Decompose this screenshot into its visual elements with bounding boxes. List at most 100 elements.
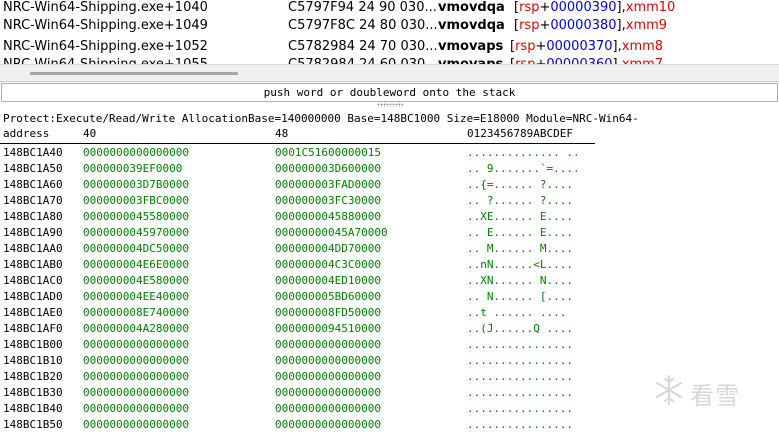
dump-qword-40[interactable]: 000000003D7B0000 [83, 177, 189, 192]
dump-qword-40[interactable]: 0000000000000000 [83, 353, 189, 368]
dump-address[interactable]: 148BC1B50 [3, 417, 63, 432]
dump-ascii[interactable]: ................ [467, 353, 573, 368]
dump-qword-40[interactable]: 000000004E580000 [83, 273, 189, 288]
dump-qword-40[interactable]: 000000004EE40000 [83, 289, 189, 304]
dump-qword-48[interactable]: 0000000000000000 [275, 417, 381, 432]
dump-ascii[interactable]: ................ [467, 401, 573, 416]
dump-address[interactable]: 148BC1AA0 [3, 241, 63, 256]
dump-ascii[interactable]: ..XE...... E.... [467, 209, 573, 224]
dump-qword-48[interactable]: 0000000094510000 [275, 321, 381, 336]
dump-address[interactable]: 148BC1A70 [3, 193, 63, 208]
horizontal-scrollbar[interactable] [0, 64, 779, 81]
dump-qword-48[interactable]: 0000000000000000 [275, 401, 381, 416]
dump-qword-40[interactable]: 000000008E740000 [83, 305, 189, 320]
dump-ascii[interactable]: ................ [467, 417, 573, 432]
dump-qword-48[interactable]: 00000000045A70000 [275, 225, 388, 240]
dump-qword-48[interactable]: 0000000000000000 [275, 353, 381, 368]
disasm-row[interactable]: NRC-Win64-Shipping.exe+1040 C5797F94 24 … [0, 0, 779, 17]
dump-ascii[interactable]: ................ [467, 369, 573, 384]
dump-qword-48[interactable]: 000000003D600000 [275, 161, 381, 176]
dump-address[interactable]: 148BC1AB0 [3, 257, 63, 272]
pane-splitter[interactable] [0, 81, 779, 82]
dump-ascii[interactable]: .. N...... [.... [467, 289, 573, 304]
header-col-48[interactable]: 48 [275, 126, 288, 141]
dump-address[interactable]: 148BC1A40 [3, 145, 63, 160]
header-ascii[interactable]: 0123456789ABCDEF [467, 126, 573, 141]
dump-ascii[interactable]: ..(J......Q .... [467, 321, 573, 336]
dump-row[interactable]: 148BC1A90 0000000045970000 00000000045A700… [0, 225, 779, 240]
dump-qword-40[interactable]: 0000000000000000 [83, 401, 189, 416]
dump-row[interactable]: 148BC1B00 0000000000000000 000000000000000… [0, 337, 779, 352]
dump-qword-48[interactable]: 000000008FD50000 [275, 305, 381, 320]
dump-ascii[interactable]: .. ?...... ?.... [467, 193, 573, 208]
dump-qword-40[interactable]: 000000004A280000 [83, 321, 189, 336]
disassembler-pane[interactable]: NRC-Win64-Shipping.exe+1040 C5797F94 24 … [0, 0, 779, 64]
dump-row[interactable]: 148BC1B50 0000000000000000 000000000000000… [0, 417, 779, 432]
dump-qword-48[interactable]: 0000000000000000 [275, 385, 381, 400]
dump-qword-40[interactable]: 0000000000000000 [83, 337, 189, 352]
dump-qword-48[interactable]: 0000000000000000 [275, 369, 381, 384]
dump-ascii[interactable]: ................ [467, 385, 573, 400]
dump-address[interactable]: 148BC1AE0 [3, 305, 63, 320]
dump-qword-48[interactable]: 000000003FC30000 [275, 193, 381, 208]
dump-qword-48[interactable]: 0001C51600000015 [275, 145, 381, 160]
dump-row[interactable]: 148BC1AC0 000000004E580000 000000004ED1000… [0, 273, 779, 288]
dump-qword-48[interactable]: 000000003FAD0000 [275, 177, 381, 192]
dump-qword-48[interactable]: 0000000045880000 [275, 209, 381, 224]
dump-ascii[interactable]: ..{=...... ?.... [467, 177, 573, 192]
dump-ascii[interactable]: ................ [467, 337, 573, 352]
dump-address[interactable]: 148BC1A80 [3, 209, 63, 224]
dump-qword-40[interactable]: 0000000045970000 [83, 225, 189, 240]
dump-ascii[interactable]: ..t ...... .... [467, 305, 566, 320]
dump-qword-40[interactable]: 000000004DC50000 [83, 241, 189, 256]
dump-ascii[interactable]: .. M...... M.... [467, 241, 573, 256]
dump-address[interactable]: 148BC1B10 [3, 353, 63, 368]
dump-row[interactable]: 148BC1AF0 000000004A280000 000000009451000… [0, 321, 779, 336]
dump-address[interactable]: 148BC1B30 [3, 385, 63, 400]
dump-row[interactable]: 148BC1AA0 000000004DC50000 000000004DD7000… [0, 241, 779, 256]
dump-ascii[interactable]: .............. .. [467, 145, 580, 160]
scrollbar-thumb[interactable] [30, 72, 238, 75]
dump-address[interactable]: 148BC1A60 [3, 177, 63, 192]
dump-row[interactable]: 148BC1AD0 000000004EE40000 000000005BD6000… [0, 289, 779, 304]
dump-qword-40[interactable]: 0000000000000000 [83, 369, 189, 384]
dump-ascii[interactable]: .. E...... E.... [467, 225, 573, 240]
dump-ascii[interactable]: .. 9.......`=.... [467, 161, 580, 176]
dump-row[interactable]: 148BC1AE0 000000008E740000 000000008FD5000… [0, 305, 779, 320]
dump-row[interactable]: 148BC1A70 000000003FBC0000 000000003FC3000… [0, 193, 779, 208]
dump-qword-40[interactable]: 000000004E6E0000 [83, 257, 189, 272]
dump-qword-40[interactable]: 0000000000000000 [83, 385, 189, 400]
dump-qword-40[interactable]: 0000000000000000 [83, 417, 189, 432]
disasm-row[interactable]: NRC-Win64-Shipping.exe+1055 C5782984 24 … [0, 56, 779, 64]
dump-qword-48[interactable]: 000000004ED10000 [275, 273, 381, 288]
dump-qword-48[interactable]: 000000005BD60000 [275, 289, 381, 304]
disasm-row[interactable]: NRC-Win64-Shipping.exe+1049 C5797F8C 24 … [0, 17, 779, 35]
dump-ascii[interactable]: ..XN...... N.... [467, 273, 573, 288]
dump-qword-48[interactable]: 0000000000000000 [275, 337, 381, 352]
dump-address[interactable]: 148BC1AC0 [3, 273, 63, 288]
dump-row[interactable]: 148BC1AB0 000000004E6E0000 000000004C3C000… [0, 257, 779, 272]
header-col-40[interactable]: 40 [83, 126, 96, 141]
dump-row[interactable]: 148BC1B10 0000000000000000 000000000000000… [0, 353, 779, 368]
splitter-grip-handle[interactable] [377, 103, 403, 107]
dump-row[interactable]: 148BC1A40 0000000000000000 0001C5160000001… [0, 145, 779, 160]
dump-qword-40[interactable]: 0000000045580000 [83, 209, 189, 224]
dump-address[interactable]: 148BC1AF0 [3, 321, 63, 336]
dump-qword-48[interactable]: 000000004DD70000 [275, 241, 381, 256]
dump-ascii[interactable]: ..nN......<L.... [467, 257, 573, 272]
dump-qword-48[interactable]: 000000004C3C0000 [275, 257, 381, 272]
dump-qword-40[interactable]: 000000039EF0000 [83, 161, 182, 176]
dump-row[interactable]: 148BC1A50 000000039EF0000 000000003D600000… [0, 161, 779, 176]
dump-qword-40[interactable]: 0000000000000000 [83, 145, 189, 160]
dump-address[interactable]: 148BC1B40 [3, 401, 63, 416]
disasm-row[interactable]: NRC-Win64-Shipping.exe+1052 C5782984 24 … [0, 38, 779, 56]
dump-address[interactable]: 148BC1AD0 [3, 289, 63, 304]
dump-address[interactable]: 148BC1A50 [3, 161, 63, 176]
dump-address[interactable]: 148BC1A90 [3, 225, 63, 240]
dump-row[interactable]: 148BC1A60 000000003D7B0000 000000003FAD000… [0, 177, 779, 192]
header-address[interactable]: address [3, 126, 49, 141]
dump-address[interactable]: 148BC1B20 [3, 369, 63, 384]
dump-row[interactable]: 148BC1A80 0000000045580000 000000004588000… [0, 209, 779, 224]
dump-qword-40[interactable]: 000000003FBC0000 [83, 193, 189, 208]
dump-address[interactable]: 148BC1B00 [3, 337, 63, 352]
